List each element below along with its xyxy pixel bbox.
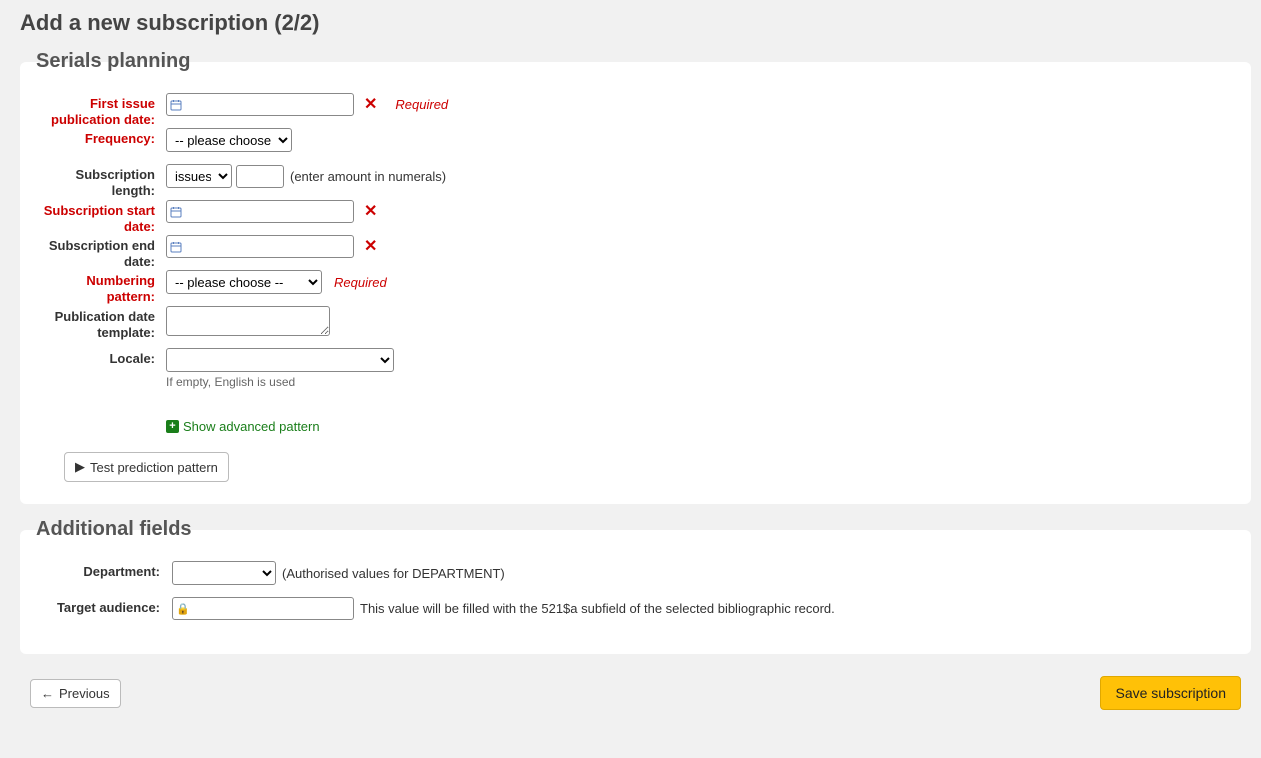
end-date-label: Subscription end date: [40, 235, 155, 269]
pubdate-template-textarea[interactable] [166, 306, 330, 336]
show-advanced-pattern-link[interactable]: + Show advanced pattern [166, 419, 320, 434]
serials-planning-section: Serials planning First issue publication… [20, 50, 1251, 504]
page-title: Add a new subscription (2/2) [20, 10, 1251, 36]
first-issue-date-label: First issue publication date: [40, 93, 155, 127]
previous-button[interactable]: ← Previous [30, 679, 121, 708]
end-date-input[interactable] [166, 235, 354, 258]
department-note: (Authorised values for DEPARTMENT) [282, 566, 505, 581]
clear-end-date-icon[interactable]: ✕ [364, 239, 377, 255]
locale-label: Locale: [40, 348, 155, 367]
play-icon: ▶ [75, 459, 85, 475]
numbering-pattern-label: Numbering pattern: [40, 270, 155, 304]
arrow-left-icon: ← [41, 686, 54, 701]
locale-select[interactable] [166, 348, 394, 372]
department-label: Department: [40, 561, 160, 580]
clear-start-date-icon[interactable]: ✕ [364, 204, 377, 220]
locale-hint: If empty, English is used [166, 375, 1231, 389]
additional-fields-legend: Additional fields [36, 518, 192, 541]
subscription-length-note: (enter amount in numerals) [290, 169, 446, 184]
subscription-length-label: Subscription length: [40, 164, 155, 198]
department-select[interactable] [172, 561, 276, 585]
start-date-input[interactable] [166, 200, 354, 223]
numbering-pattern-select[interactable]: -- please choose -- [166, 270, 322, 294]
save-subscription-button[interactable]: Save subscription [1100, 676, 1241, 710]
show-advanced-pattern-label: Show advanced pattern [183, 419, 320, 434]
frequency-select[interactable]: -- please choose -- [166, 128, 292, 152]
subscription-length-amount-input[interactable] [236, 165, 284, 188]
frequency-label: Frequency: [40, 128, 155, 147]
target-audience-note: This value will be filled with the 521$a… [360, 601, 835, 616]
additional-fields-section: Additional fields Department: (Authorise… [20, 518, 1251, 654]
serials-planning-legend: Serials planning [36, 50, 190, 73]
required-indicator: Required [334, 275, 387, 290]
target-audience-label: Target audience: [40, 597, 160, 616]
clear-first-issue-date-icon[interactable]: ✕ [364, 97, 377, 113]
subscription-length-unit-select[interactable]: issues [166, 164, 232, 188]
test-prediction-button[interactable]: ▶ Test prediction pattern [64, 452, 229, 482]
required-indicator: Required [395, 97, 448, 112]
target-audience-input [172, 597, 354, 620]
first-issue-date-input[interactable] [166, 93, 354, 116]
pubdate-template-label: Publication date template: [40, 306, 155, 340]
start-date-label: Subscription start date: [40, 200, 155, 234]
plus-icon: + [166, 420, 179, 433]
